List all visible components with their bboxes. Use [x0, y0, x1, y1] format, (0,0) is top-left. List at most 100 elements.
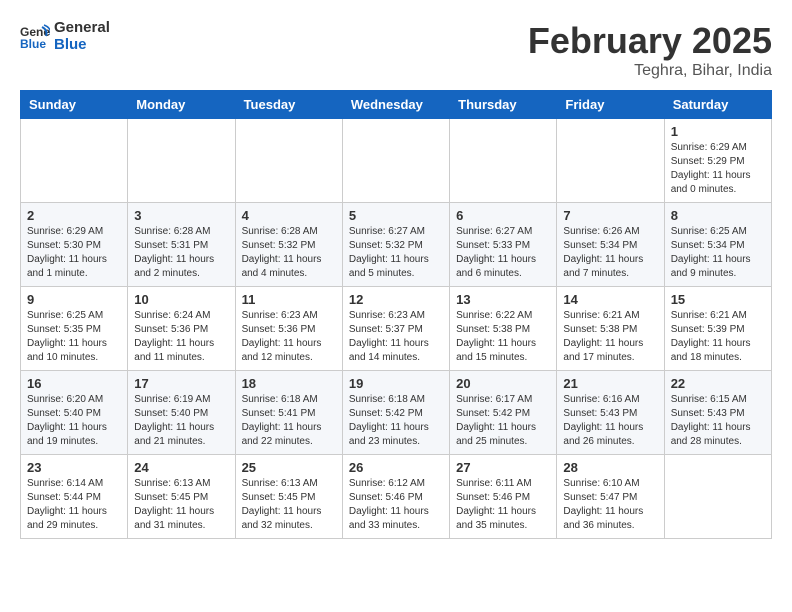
- day-header-sunday: Sunday: [21, 91, 128, 119]
- day-info: Sunrise: 6:29 AM Sunset: 5:30 PM Dayligh…: [27, 225, 121, 281]
- day-header-thursday: Thursday: [450, 91, 557, 119]
- day-info: Sunrise: 6:17 AM Sunset: 5:42 PM Dayligh…: [456, 393, 550, 449]
- calendar-cell: [128, 119, 235, 203]
- calendar-cell: 17Sunrise: 6:19 AM Sunset: 5:40 PM Dayli…: [128, 371, 235, 455]
- calendar: SundayMondayTuesdayWednesdayThursdayFrid…: [20, 90, 772, 539]
- calendar-cell: [557, 119, 664, 203]
- calendar-cell: 11 Sunrise: 6:23 AM Sunset: 5:36 PM Dayli…: [235, 287, 342, 371]
- day-number: 13: [456, 292, 550, 307]
- calendar-cell: 14 Sunrise: 6:21 AM Sunset: 5:38 PM Dayli…: [557, 287, 664, 371]
- calendar-cell: 13 Sunrise: 6:22 AM Sunset: 5:38 PM Dayli…: [450, 287, 557, 371]
- day-header-saturday: Saturday: [664, 91, 771, 119]
- day-info: Sunrise: 6:23 AM Sunset: 5:37 PM Dayligh…: [349, 309, 443, 365]
- calendar-cell: 19Sunrise: 6:18 AM Sunset: 5:42 PM Dayli…: [342, 371, 449, 455]
- day-number: 15: [671, 292, 765, 307]
- calendar-cell: 4Sunrise: 6:28 AM Sunset: 5:32 PM Daylig…: [235, 203, 342, 287]
- day-info: Sunrise: 6:27 AM Sunset: 5:32 PM Dayligh…: [349, 225, 443, 281]
- day-header-friday: Friday: [557, 91, 664, 119]
- day-number: 18: [242, 376, 336, 391]
- svg-text:Blue: Blue: [20, 37, 46, 51]
- calendar-cell: [664, 455, 771, 539]
- calendar-week-1: 1 Sunrise: 6:29 AM Sunset: 5:29 PM Daylig…: [21, 119, 772, 203]
- day-number: 14: [563, 292, 657, 307]
- day-header-tuesday: Tuesday: [235, 91, 342, 119]
- calendar-cell: 10Sunrise: 6:24 AM Sunset: 5:36 PM Dayli…: [128, 287, 235, 371]
- day-number: 25: [242, 460, 336, 475]
- calendar-cell: 9 Sunrise: 6:25 AM Sunset: 5:35 PM Daylig…: [21, 287, 128, 371]
- day-number: 9: [27, 292, 121, 307]
- calendar-cell: 15 Sunrise: 6:21 AM Sunset: 5:39 PM Dayli…: [664, 287, 771, 371]
- day-info: Sunrise: 6:20 AM Sunset: 5:40 PM Dayligh…: [27, 393, 121, 449]
- day-info: Sunrise: 6:25 AM Sunset: 5:35 PM Dayligh…: [27, 309, 121, 365]
- day-number: 21: [563, 376, 657, 391]
- day-header-wednesday: Wednesday: [342, 91, 449, 119]
- day-info: Sunrise: 6:22 AM Sunset: 5:38 PM Dayligh…: [456, 309, 550, 365]
- day-info: Sunrise: 6:21 AM Sunset: 5:38 PM Dayligh…: [563, 309, 657, 365]
- calendar-cell: 24 Sunrise: 6:13 AM Sunset: 5:45 PM Dayli…: [128, 455, 235, 539]
- day-info: Sunrise: 6:21 AM Sunset: 5:39 PM Dayligh…: [671, 309, 765, 365]
- day-header-monday: Monday: [128, 91, 235, 119]
- calendar-week-3: 9 Sunrise: 6:25 AM Sunset: 5:35 PM Daylig…: [21, 287, 772, 371]
- day-number: 1: [671, 124, 765, 139]
- day-info: Sunrise: 6:15 AM Sunset: 5:43 PM Dayligh…: [671, 393, 765, 449]
- logo-icon: General Blue: [20, 22, 50, 52]
- day-number: 23: [27, 460, 121, 475]
- calendar-header-row: SundayMondayTuesdayWednesdayThursdayFrid…: [21, 91, 772, 119]
- location-title: Teghra, Bihar, India: [528, 62, 772, 80]
- day-info: Sunrise: 6:28 AM Sunset: 5:32 PM Dayligh…: [242, 225, 336, 281]
- day-number: 8: [671, 208, 765, 223]
- day-number: 3: [134, 208, 228, 223]
- day-info: Sunrise: 6:24 AM Sunset: 5:36 PM Dayligh…: [134, 309, 228, 365]
- day-number: 7: [563, 208, 657, 223]
- calendar-cell: [235, 119, 342, 203]
- calendar-cell: 7Sunrise: 6:26 AM Sunset: 5:34 PM Daylig…: [557, 203, 664, 287]
- logo: General Blue General Blue: [20, 20, 110, 53]
- day-info: Sunrise: 6:13 AM Sunset: 5:45 PM Dayligh…: [134, 477, 228, 533]
- day-info: Sunrise: 6:28 AM Sunset: 5:31 PM Dayligh…: [134, 225, 228, 281]
- day-number: 2: [27, 208, 121, 223]
- day-info: Sunrise: 6:18 AM Sunset: 5:41 PM Dayligh…: [242, 393, 336, 449]
- day-info: Sunrise: 6:19 AM Sunset: 5:40 PM Dayligh…: [134, 393, 228, 449]
- day-number: 26: [349, 460, 443, 475]
- day-info: Sunrise: 6:16 AM Sunset: 5:43 PM Dayligh…: [563, 393, 657, 449]
- day-number: 28: [563, 460, 657, 475]
- calendar-cell: 6Sunrise: 6:27 AM Sunset: 5:33 PM Daylig…: [450, 203, 557, 287]
- calendar-cell: 28 Sunrise: 6:10 AM Sunset: 5:47 PM Dayli…: [557, 455, 664, 539]
- logo-text: General Blue: [54, 20, 110, 53]
- day-info: Sunrise: 6:25 AM Sunset: 5:34 PM Dayligh…: [671, 225, 765, 281]
- title-area: February 2025 Teghra, Bihar, India: [528, 20, 772, 80]
- day-info: Sunrise: 6:10 AM Sunset: 5:47 PM Dayligh…: [563, 477, 657, 533]
- calendar-cell: 2 Sunrise: 6:29 AM Sunset: 5:30 PM Daylig…: [21, 203, 128, 287]
- day-info: Sunrise: 6:27 AM Sunset: 5:33 PM Dayligh…: [456, 225, 550, 281]
- calendar-cell: [450, 119, 557, 203]
- day-number: 16: [27, 376, 121, 391]
- day-number: 5: [349, 208, 443, 223]
- calendar-week-5: 23 Sunrise: 6:14 AM Sunset: 5:44 PM Dayli…: [21, 455, 772, 539]
- calendar-cell: 21 Sunrise: 6:16 AM Sunset: 5:43 PM Dayli…: [557, 371, 664, 455]
- day-number: 22: [671, 376, 765, 391]
- month-title: February 2025: [528, 20, 772, 62]
- calendar-cell: 23 Sunrise: 6:14 AM Sunset: 5:44 PM Dayli…: [21, 455, 128, 539]
- day-number: 27: [456, 460, 550, 475]
- calendar-week-4: 16 Sunrise: 6:20 AM Sunset: 5:40 PM Dayli…: [21, 371, 772, 455]
- day-number: 11: [242, 292, 336, 307]
- calendar-cell: [342, 119, 449, 203]
- calendar-week-2: 2 Sunrise: 6:29 AM Sunset: 5:30 PM Daylig…: [21, 203, 772, 287]
- calendar-cell: [21, 119, 128, 203]
- calendar-cell: 25Sunrise: 6:13 AM Sunset: 5:45 PM Dayli…: [235, 455, 342, 539]
- calendar-cell: 20Sunrise: 6:17 AM Sunset: 5:42 PM Dayli…: [450, 371, 557, 455]
- day-info: Sunrise: 6:14 AM Sunset: 5:44 PM Dayligh…: [27, 477, 121, 533]
- day-number: 12: [349, 292, 443, 307]
- day-info: Sunrise: 6:11 AM Sunset: 5:46 PM Dayligh…: [456, 477, 550, 533]
- calendar-cell: 3 Sunrise: 6:28 AM Sunset: 5:31 PM Daylig…: [128, 203, 235, 287]
- day-info: Sunrise: 6:29 AM Sunset: 5:29 PM Dayligh…: [671, 141, 765, 197]
- day-number: 24: [134, 460, 228, 475]
- calendar-cell: 27 Sunrise: 6:11 AM Sunset: 5:46 PM Dayli…: [450, 455, 557, 539]
- day-info: Sunrise: 6:12 AM Sunset: 5:46 PM Dayligh…: [349, 477, 443, 533]
- calendar-cell: 8 Sunrise: 6:25 AM Sunset: 5:34 PM Daylig…: [664, 203, 771, 287]
- day-number: 19: [349, 376, 443, 391]
- calendar-cell: 22 Sunrise: 6:15 AM Sunset: 5:43 PM Dayli…: [664, 371, 771, 455]
- day-info: Sunrise: 6:23 AM Sunset: 5:36 PM Dayligh…: [242, 309, 336, 365]
- calendar-cell: 16 Sunrise: 6:20 AM Sunset: 5:40 PM Dayli…: [21, 371, 128, 455]
- calendar-cell: 12 Sunrise: 6:23 AM Sunset: 5:37 PM Dayli…: [342, 287, 449, 371]
